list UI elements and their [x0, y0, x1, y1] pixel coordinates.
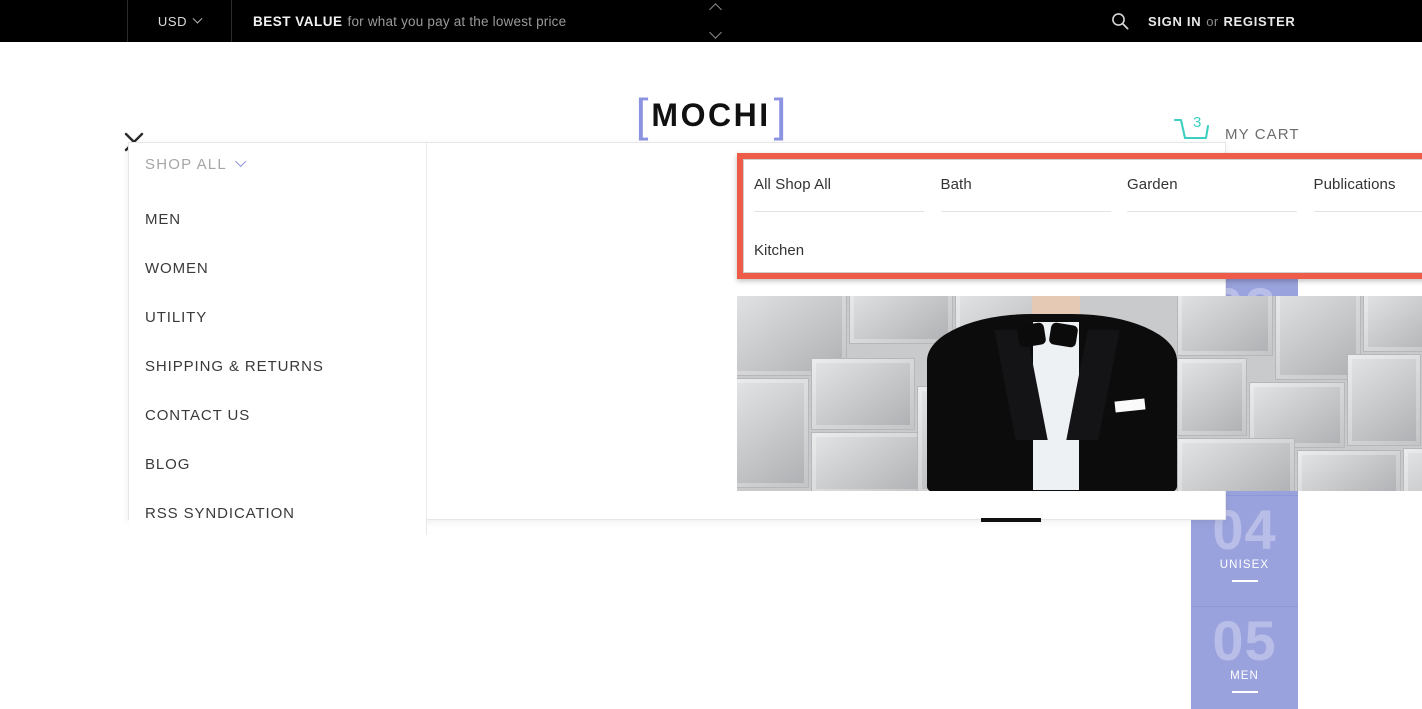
sidebar-item-shop-all[interactable]: SHOP ALL: [145, 155, 247, 173]
chevron-up-icon[interactable]: [708, 3, 722, 16]
account-separator: or: [1206, 13, 1219, 29]
subcategory-column: Garden: [1127, 176, 1314, 212]
sidebar-item-label: SHIPPING & RETURNS: [145, 358, 324, 375]
sidebar-item-label: BLOG: [145, 456, 191, 473]
chevron-down-icon[interactable]: [708, 26, 722, 39]
tshirt-body: [708, 517, 1186, 709]
page-root: FOREVER YOUNG LET YOUR SMILE USD BEST VA…: [0, 0, 1422, 709]
mega-menu-content: All Shop All Bath Garden Publications Ki…: [427, 143, 1422, 522]
sidebar-item-men[interactable]: MEN: [129, 195, 426, 244]
promo-rest: for what you pay at the lowest price: [347, 13, 567, 29]
sidebar-item-label: WOMEN: [145, 260, 209, 277]
currency-label: USD: [157, 13, 188, 29]
tshirt-print-line-1: FOREVER YOUNG: [906, 542, 1069, 572]
subcategory-highlight-box: All Shop All Bath Garden Publications Ki…: [737, 153, 1422, 279]
logo-bracket-right: ]: [773, 89, 787, 141]
sidebar-item-label: UTILITY: [145, 309, 208, 326]
subcategory-link-publications[interactable]: Publications: [1313, 176, 1422, 212]
sidebar-item-shipping-returns[interactable]: SHIPPING & RETURNS: [129, 342, 426, 391]
subcategory-column: Publications: [1313, 176, 1422, 212]
sidebar-item-label: RSS SYNDICATION: [145, 505, 295, 522]
subcategory-column: All Shop All: [754, 176, 941, 212]
logo-row: [ MOCHI ]: [611, 92, 811, 138]
sign-in-link[interactable]: SIGN IN: [1148, 14, 1201, 29]
tshirt-photo: FOREVER YOUNG LET YOUR SMILE: [691, 517, 1200, 709]
currency-selector[interactable]: USD: [128, 0, 232, 42]
site-header: [ MOCHI ] CORNER 3 MY CART: [0, 42, 1422, 158]
subcategory-row-2: Kitchen: [754, 242, 804, 260]
tshirt-print-line-2: LET YOUR SMILE: [883, 558, 1120, 610]
mouse-ear-right-icon: [1029, 625, 1074, 670]
search-icon[interactable]: [1110, 11, 1130, 31]
cart-count-badge: 3: [1193, 114, 1202, 131]
promo-carousel-indicator[interactable]: [981, 518, 1041, 522]
sidebar-item-list: MEN WOMEN UTILITY SHIPPING & RETURNS CON…: [129, 195, 426, 538]
tile-number: 05: [1212, 609, 1277, 672]
mouse-head-icon: [966, 638, 1046, 709]
sidebar-item-contact-us[interactable]: CONTACT US: [129, 391, 426, 440]
sidebar-item-rss-syndication[interactable]: RSS SYNDICATION: [129, 489, 426, 538]
bow-tie-left: [1016, 322, 1047, 348]
mega-menu-sidebar: SHOP ALL MEN WOMEN UTILITY SHIPPING & RE…: [129, 143, 427, 535]
sidebar-item-label: MEN: [145, 211, 182, 228]
account-links: SIGN IN or REGISTER: [1148, 0, 1296, 42]
subcategory-link-bath[interactable]: Bath: [940, 176, 1111, 212]
sidebar-item-women[interactable]: WOMEN: [129, 244, 426, 293]
tshirt-sleeve: [691, 538, 829, 684]
bow-tie-right: [1048, 322, 1079, 348]
sidebar-item-blog[interactable]: BLOG: [129, 440, 426, 489]
register-link[interactable]: REGISTER: [1223, 14, 1295, 29]
topbar-left-spacer: [0, 0, 128, 42]
model-arm: [723, 664, 797, 709]
subcategory-link-kitchen[interactable]: Kitchen: [754, 242, 804, 259]
tshirt-print-panel: FOREVER YOUNG LET YOUR SMILE: [844, 529, 1172, 709]
subcategory-column: Bath: [940, 176, 1128, 212]
category-tile-05[interactable]: 05 MEN: [1191, 607, 1298, 709]
sidebar-item-utility[interactable]: UTILITY: [129, 293, 426, 342]
logo-bracket-left: [: [635, 89, 649, 141]
sidebar-item-label: CONTACT US: [145, 407, 251, 424]
promo-message: BEST VALUE for what you pay at the lowes…: [253, 0, 566, 42]
top-utility-bar: USD BEST VALUE for what you pay at the l…: [0, 0, 1422, 42]
subcategory-link-all-shop-all[interactable]: All Shop All: [754, 176, 924, 212]
subcategory-link-garden[interactable]: Garden: [1127, 176, 1297, 212]
tile-label: UNISEX: [1219, 559, 1270, 571]
sidebar-shop-all-label: SHOP ALL: [145, 156, 227, 173]
chevron-down-icon: [234, 155, 247, 167]
cart-label: MY CART: [1225, 125, 1300, 143]
promo-highlight: BEST VALUE: [253, 13, 343, 29]
tile-underline: [1231, 691, 1258, 693]
tile-label: MEN: [1230, 670, 1259, 682]
mega-menu-promo-image[interactable]: [737, 296, 1422, 491]
tile-underline: [1231, 580, 1258, 582]
mega-menu-panel: SHOP ALL MEN WOMEN UTILITY SHIPPING & RE…: [128, 142, 1422, 535]
subcategory-row-1: All Shop All Bath Garden Publications: [754, 176, 1422, 212]
mouse-ear-left-icon: [939, 620, 986, 667]
logo-name: MOCHI: [651, 97, 771, 133]
promo-carousel-arrows[interactable]: [706, 3, 724, 39]
chevron-down-icon: [192, 13, 203, 24]
subcategory-panel: All Shop All Bath Garden Publications Ki…: [743, 159, 1422, 273]
